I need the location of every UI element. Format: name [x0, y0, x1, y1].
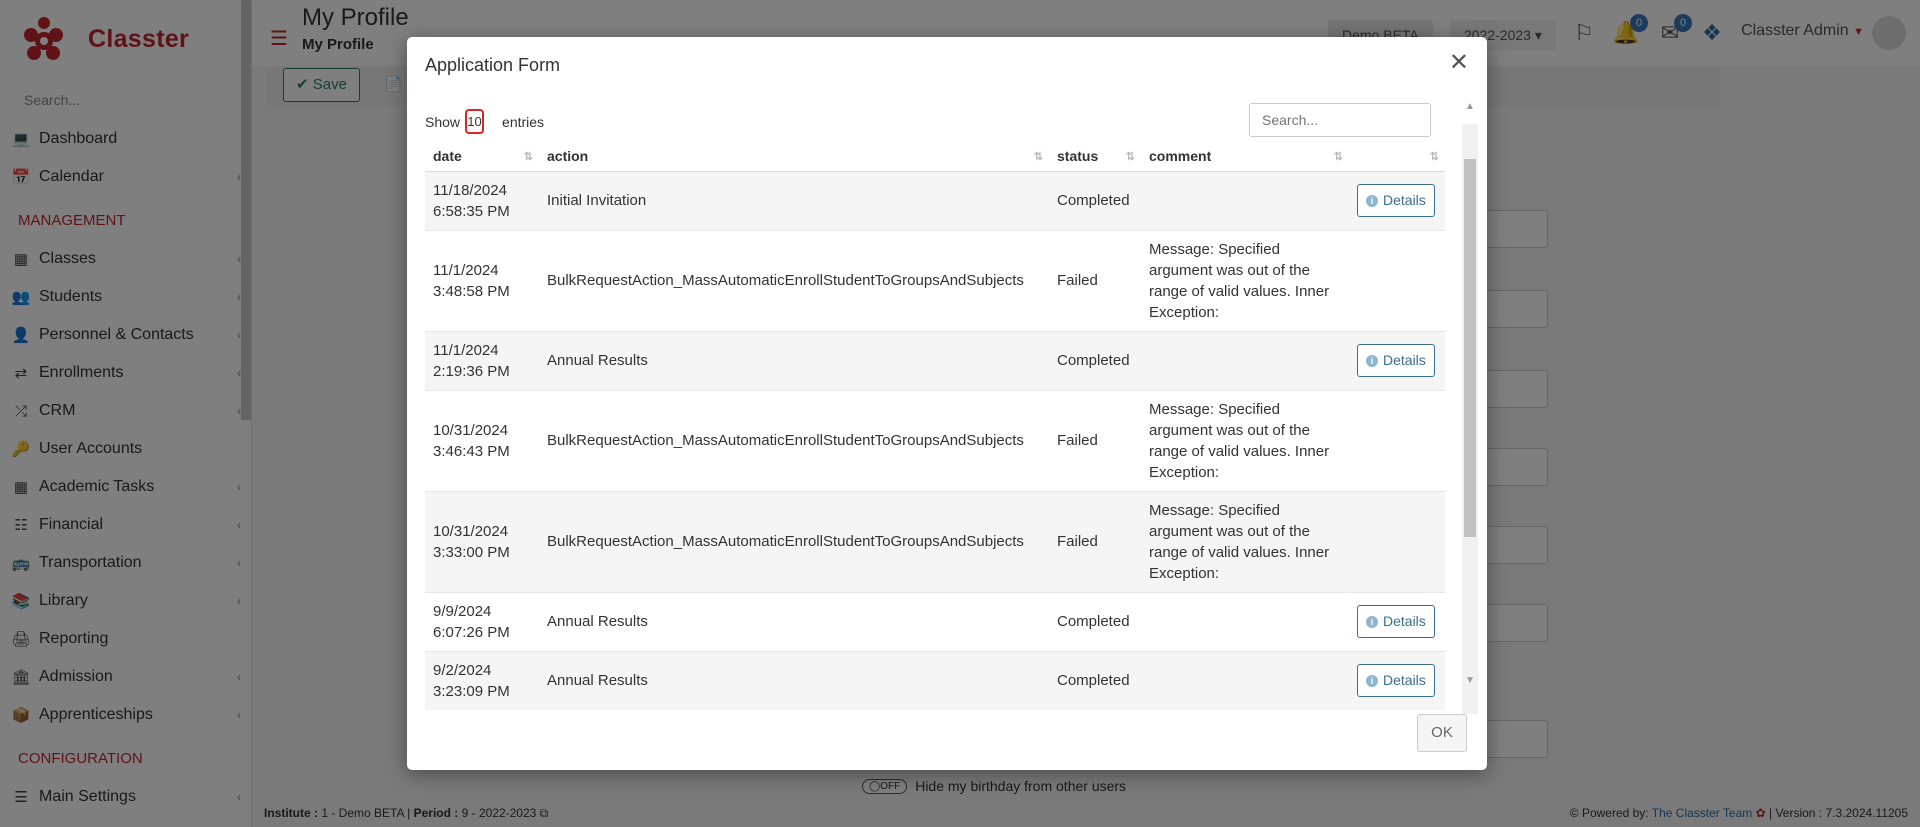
- cell-comment: Message: Specified argument was out of t…: [1141, 389, 1349, 491]
- table-row: 10/31/2024 3:33:00 PM BulkRequestAction_Ma…: [425, 490, 1445, 592]
- cell-actions: i Details: [1349, 650, 1445, 710]
- cell-date: 11/1/2024 2:19:36 PM: [425, 330, 539, 390]
- cell-comment: [1141, 650, 1349, 710]
- cell-actions: [1349, 229, 1445, 331]
- info-icon: i: [1366, 615, 1378, 628]
- cell-actions: i Details: [1349, 330, 1445, 390]
- cell-date: 9/9/2024 6:07:26 PM: [425, 591, 539, 651]
- ok-button[interactable]: OK: [1417, 714, 1467, 752]
- cell-comment: [1141, 170, 1349, 230]
- cell-action: BulkRequestAction_MassAutomaticEnrollStu…: [539, 490, 1049, 592]
- cell-comment: Message: Specified argument was out of t…: [1141, 490, 1349, 592]
- modal-title: Application Form: [425, 55, 561, 75]
- table-row: 10/31/2024 3:46:43 PM BulkRequestAction_Ma…: [425, 389, 1445, 491]
- table-container: date ⇅ action ⇅ status ⇅ comment ⇅ ⇅ 11/18/2024 6…: [425, 141, 1445, 732]
- cell-actions: [1349, 490, 1445, 592]
- cell-date: 10/31/2024 3:33:00 PM: [425, 490, 539, 592]
- cell-status: Completed: [1049, 591, 1141, 651]
- application-table: date ⇅ action ⇅ status ⇅ comment ⇅ ⇅ 11/18/2024 6…: [425, 141, 1445, 710]
- cell-action: Initial Invitation: [539, 170, 1049, 230]
- application-form-modal: Application Form ✕ Show 10 entries date⇅…: [407, 37, 1487, 770]
- cell-date: 10/31/2024 3:46:43 PM: [425, 389, 539, 491]
- table-search-input[interactable]: [1249, 103, 1431, 137]
- cell-status: Failed: [1049, 389, 1141, 491]
- entries-per-page-select[interactable]: 10: [465, 109, 485, 134]
- sort-icon: ⇅: [1429, 151, 1439, 163]
- cell-comment: [1141, 591, 1349, 651]
- cell-status: Completed: [1049, 330, 1141, 390]
- cell-action: BulkRequestAction_MassAutomaticEnrollStu…: [539, 389, 1049, 491]
- column-header-status[interactable]: status ⇅: [1049, 141, 1141, 172]
- table-row: 11/18/2024 6:58:35 PM Initial Invitation Co…: [425, 170, 1445, 230]
- sort-icon: ⇅: [523, 151, 533, 163]
- column-header-actions[interactable]: ⇅: [1349, 141, 1445, 172]
- table-row: 11/1/2024 3:48:58 PM BulkRequestAction_Mas…: [425, 229, 1445, 331]
- show-entries: Show 10 entries: [425, 109, 544, 134]
- cell-comment: [1141, 330, 1349, 390]
- close-icon[interactable]: ✕: [1449, 51, 1469, 75]
- cell-action: BulkRequestAction_MassAutomaticEnrollStu…: [539, 229, 1049, 331]
- cell-status: Completed: [1049, 650, 1141, 710]
- details-button[interactable]: i Details: [1357, 344, 1435, 377]
- cell-actions: i Details: [1349, 591, 1445, 651]
- cell-date: 11/1/2024 3:48:58 PM: [425, 229, 539, 331]
- cell-status: Failed: [1049, 229, 1141, 331]
- scroll-down-icon[interactable]: ▼: [1465, 675, 1475, 686]
- cell-status: Completed: [1049, 170, 1141, 230]
- cell-actions: [1349, 389, 1445, 491]
- column-header-action[interactable]: action ⇅: [539, 141, 1049, 172]
- details-button[interactable]: i Details: [1357, 184, 1435, 217]
- cell-action: Annual Results: [539, 650, 1049, 710]
- info-icon: i: [1366, 194, 1378, 207]
- cell-date: 11/18/2024 6:58:35 PM: [425, 170, 539, 230]
- column-header-comment[interactable]: comment ⇅: [1141, 141, 1349, 172]
- modal-scrollbar-thumb[interactable]: [1464, 159, 1476, 537]
- sort-icon: ⇅: [1333, 151, 1343, 163]
- table-row: 9/2/2024 3:23:09 PM Annual Results Complete…: [425, 650, 1445, 710]
- sort-icon: ⇅: [1033, 151, 1043, 163]
- table-row: 9/9/2024 6:07:26 PM Annual Results Complete…: [425, 591, 1445, 651]
- table-row: 11/1/2024 2:19:36 PM Annual Results Complet…: [425, 330, 1445, 390]
- column-header-date[interactable]: date ⇅: [425, 141, 539, 172]
- sort-icon: ⇅: [1125, 151, 1135, 163]
- cell-actions: i Details: [1349, 170, 1445, 230]
- cell-status: Failed: [1049, 490, 1141, 592]
- cell-action: Annual Results: [539, 330, 1049, 390]
- scroll-up-icon[interactable]: ▲: [1465, 101, 1475, 112]
- info-icon: i: [1366, 674, 1378, 687]
- cell-comment: Message: Specified argument was out of t…: [1141, 229, 1349, 331]
- details-button[interactable]: i Details: [1357, 605, 1435, 638]
- cell-action: Annual Results: [539, 591, 1049, 651]
- cell-date: 9/2/2024 3:23:09 PM: [425, 650, 539, 710]
- info-icon: i: [1366, 354, 1378, 367]
- details-button[interactable]: i Details: [1357, 664, 1435, 697]
